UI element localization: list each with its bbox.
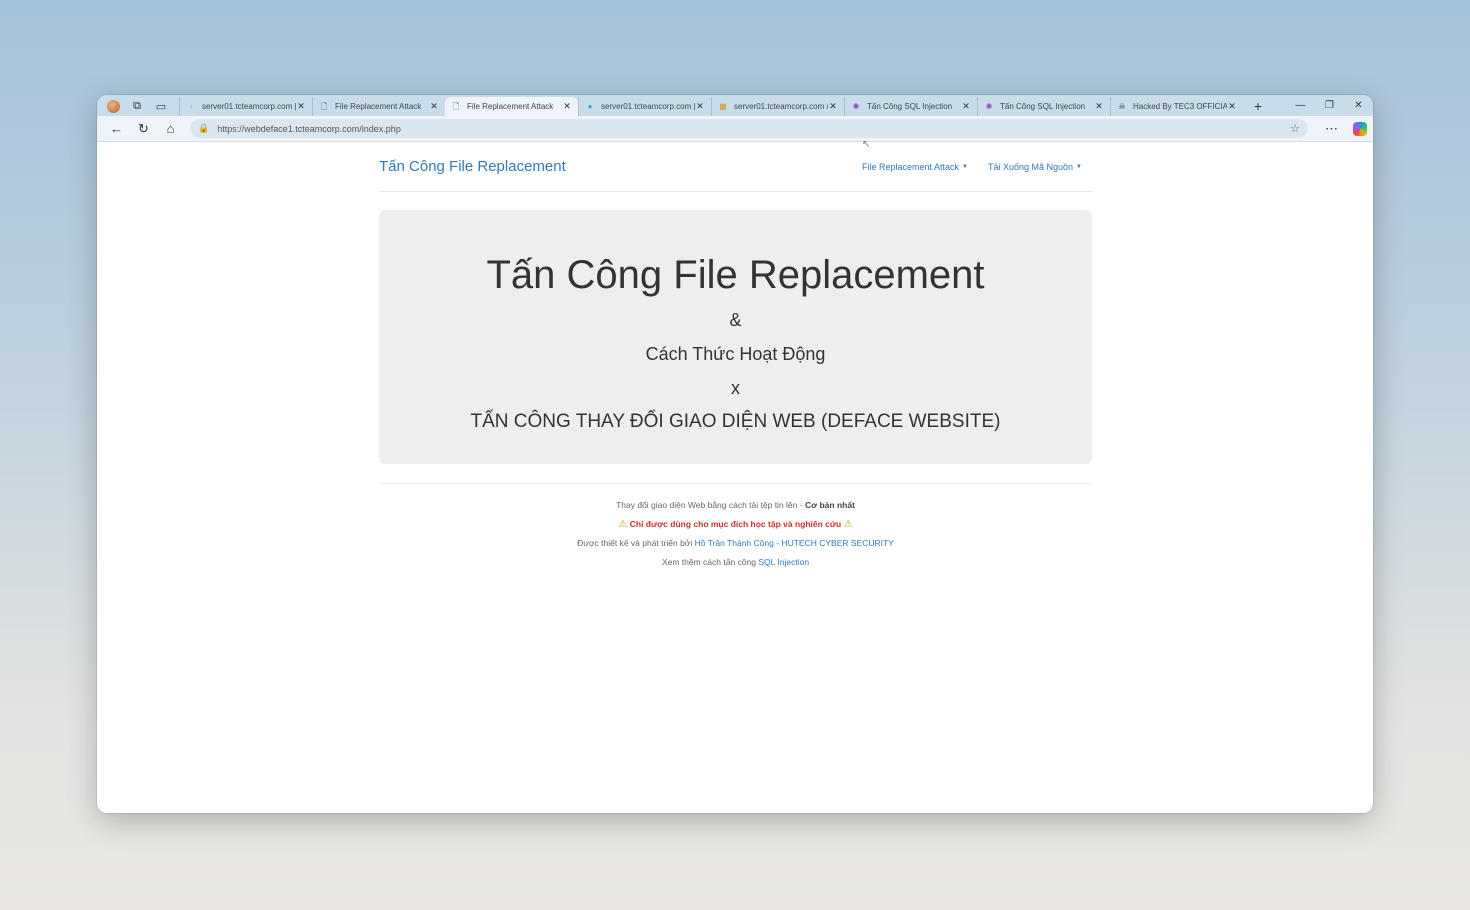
document-icon: 🗋 <box>452 101 460 111</box>
footer-text: Xem thêm cách tấn công <box>661 557 759 568</box>
bug-icon: ✺ <box>985 101 993 111</box>
restore-icon[interactable]: ❐ <box>1315 95 1344 116</box>
new-tab-icon[interactable]: + <box>1247 97 1269 116</box>
close-window-icon[interactable]: ✕ <box>1344 95 1373 116</box>
hero-ampersand: & <box>729 310 742 330</box>
globe-icon: ● <box>587 101 593 111</box>
browser-tab[interactable]: ▦ server01.tcteamcorp.com / l ✕ <box>711 97 844 116</box>
warning-icon: ⚠ <box>618 518 628 530</box>
footer-text: Thay đổi giao diện Web bằng cách tải tệp… <box>616 500 805 510</box>
browser-tab[interactable]: ◦ server01.tcteamcorp.com | C ✕ <box>179 97 312 116</box>
skull-icon: ☠ <box>1118 101 1126 111</box>
tab-title: server01.tcteamcorp.com | C <box>202 102 296 111</box>
hero-x: x <box>731 378 740 398</box>
close-tab-icon[interactable]: ✕ <box>1227 101 1237 112</box>
close-tab-icon[interactable]: ✕ <box>961 101 971 112</box>
avatar <box>106 99 120 113</box>
globe-icon: ◦ <box>189 101 193 111</box>
more-menu-icon[interactable]: ⋯ <box>1318 118 1345 140</box>
browser-tab[interactable]: 🗋 File Replacement Attack ✕ <box>312 97 445 116</box>
close-tab-icon[interactable]: ✕ <box>562 101 572 112</box>
star-icon[interactable]: ☆ <box>1290 122 1300 135</box>
close-tab-icon[interactable]: ✕ <box>828 101 838 112</box>
web-page: ↖ Tấn Công File Replacement File Replace… <box>97 139 1373 813</box>
browser-tab[interactable]: ● server01.tcteamcorp.com | C ✕ <box>578 97 711 116</box>
browser-tab[interactable]: ✺ Tấn Công SQL Injection ✕ <box>844 97 977 116</box>
hero-tagline: TẤN CÔNG THAY ĐỔI GIAO DIỆN WEB (DEFACE … <box>470 411 1001 432</box>
tab-title: Hacked By TEC3 OFFICIAL <box>1133 102 1227 111</box>
warning-text: Chỉ được dùng cho mục đích học tập và ng… <box>629 518 842 529</box>
footer-text: Được thiết kế và phát triển bởi <box>577 538 695 549</box>
site-navbar: Tấn Công File Replacement File Replaceme… <box>379 142 1092 192</box>
footer-line-credits: Được thiết kế và phát triển bởi Hồ Trần … <box>379 534 1092 553</box>
tab-actions-icon[interactable]: ▭ <box>149 96 173 116</box>
lock-icon[interactable]: 🔒 <box>198 123 209 134</box>
tab-title: Tấn Công SQL Injection <box>867 102 953 111</box>
url-text[interactable]: https://webdeface1.tcteamcorp.com/index.… <box>217 124 1290 134</box>
address-bar[interactable]: 🔒 https://webdeface1.tcteamcorp.com/inde… <box>190 119 1308 138</box>
tab-title: File Replacement Attack <box>335 102 422 111</box>
tab-strip: ◦ server01.tcteamcorp.com | C ✕ 🗋 File R… <box>179 95 1269 116</box>
warning-icon: ⚠ <box>843 518 853 530</box>
nav-dropdown-download-source[interactable]: Tải Xuống Mã Nguồn ▼ <box>988 162 1082 172</box>
tab-title: Tấn Công SQL Injection <box>1000 102 1086 111</box>
close-tab-icon[interactable]: ✕ <box>1094 101 1104 112</box>
browser-toolbar: ← ↻ ⌂ 🔒 https://webdeface1.tcteamcorp.co… <box>97 116 1373 142</box>
hero-title: Tấn Công File Replacement <box>486 253 985 297</box>
footer-line-description: Thay đổi giao diện Web bằng cách tải tệp… <box>379 496 1092 515</box>
author-link[interactable]: Hồ Trần Thành Công <box>695 538 774 548</box>
profile-avatar[interactable] <box>101 96 125 116</box>
copilot-icon[interactable] <box>1353 121 1367 136</box>
reload-icon[interactable]: ↻ <box>130 118 157 140</box>
browser-window: ⧉ ▭ ◦ server01.tcteamcorp.com | C ✕ 🗋 Fi… <box>97 95 1373 813</box>
nav-item-label: Tải Xuống Mã Nguồn <box>987 161 1074 172</box>
close-tab-icon[interactable]: ✕ <box>296 101 306 112</box>
footer-line-warning: ⚠ Chỉ được dùng cho mục đích học tập và … <box>379 515 1092 535</box>
document-icon: 🗋 <box>320 101 328 111</box>
close-tab-icon[interactable]: ✕ <box>695 101 705 112</box>
site-brand[interactable]: Tấn Công File Replacement <box>379 158 566 175</box>
minimize-icon[interactable]: — <box>1286 95 1315 116</box>
tab-title: server01.tcteamcorp.com | C <box>601 102 695 111</box>
browser-tab[interactable]: ✺ Tấn Công SQL Injection ✕ <box>977 97 1110 116</box>
nav-item-label: File Replacement Attack <box>861 161 960 172</box>
bug-icon: ✺ <box>852 101 860 111</box>
browser-tab[interactable]: ☠ Hacked By TEC3 OFFICIAL ✕ <box>1110 97 1243 116</box>
tab-title: File Replacement Attack <box>467 102 554 111</box>
home-icon[interactable]: ⌂ <box>157 118 184 140</box>
hero-jumbotron: Tấn Công File Replacement & Cách Thức Ho… <box>379 210 1092 464</box>
hero-subtitle: Cách Thức Hoạt Động <box>645 344 826 364</box>
close-tab-icon[interactable]: ✕ <box>429 101 439 112</box>
caret-down-icon: ▼ <box>962 164 968 171</box>
browser-tab-active[interactable]: 🗋 File Replacement Attack ✕ <box>445 97 578 116</box>
page-container: Tấn Công File Replacement File Replaceme… <box>379 142 1092 572</box>
footer-bold: Cơ bản nhất <box>804 500 855 510</box>
nav-dropdown-file-replacement[interactable]: File Replacement Attack ▼ <box>862 162 968 172</box>
nav-menu: File Replacement Attack ▼ Tải Xuống Mã Ng… <box>862 162 1092 172</box>
back-arrow-icon[interactable]: ← <box>103 118 130 140</box>
database-icon: ▦ <box>719 101 727 111</box>
workspaces-icon[interactable]: ⧉ <box>125 96 149 116</box>
page-footer: Thay đổi giao diện Web bằng cách tải tệp… <box>379 483 1092 572</box>
window-controls: — ❐ ✕ <box>1286 95 1373 116</box>
title-bar: ⧉ ▭ ◦ server01.tcteamcorp.com | C ✕ 🗋 Fi… <box>97 95 1373 116</box>
tab-title: server01.tcteamcorp.com / l <box>734 102 828 111</box>
org-link[interactable]: HUTECH CYBER SECURITY <box>781 538 893 548</box>
sql-injection-link[interactable]: SQL Injection <box>758 557 809 567</box>
caret-down-icon: ▼ <box>1076 164 1082 171</box>
footer-line-more: Xem thêm cách tấn công SQL Injection <box>379 553 1092 572</box>
